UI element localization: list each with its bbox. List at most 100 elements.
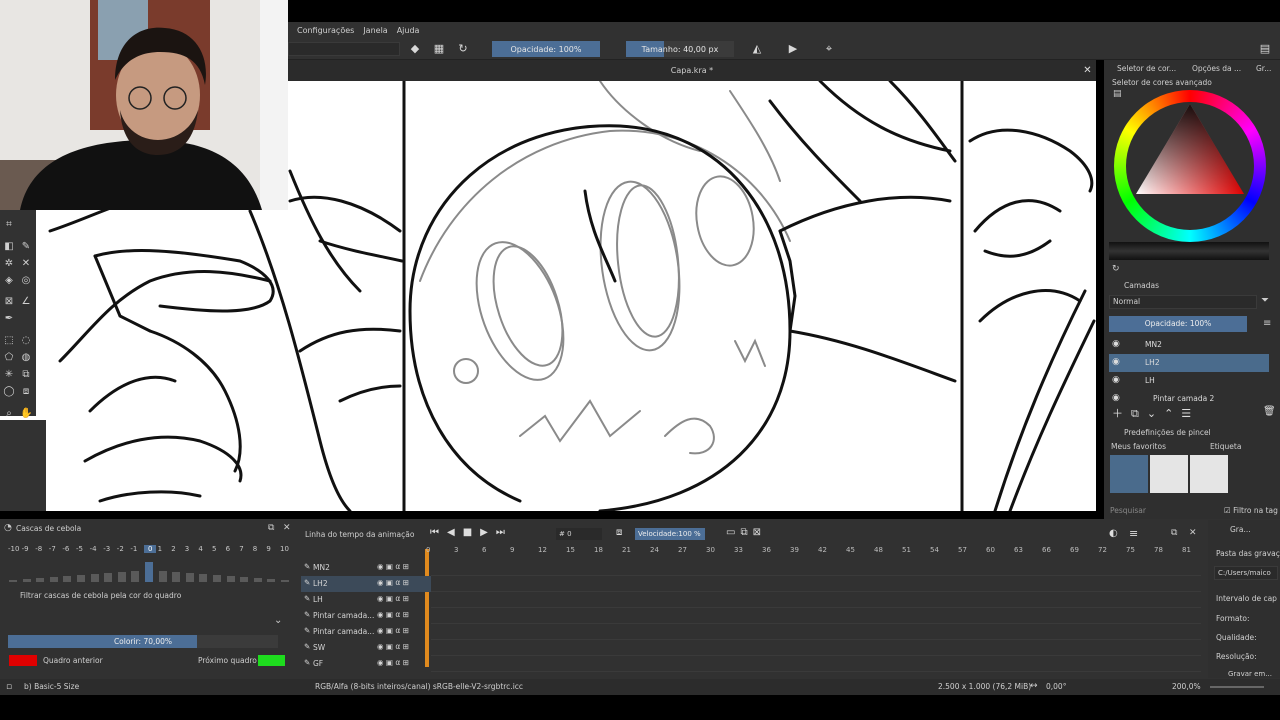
onion-skin-number[interactable]: -9 [22,545,29,553]
layer-toggle-icons[interactable]: ◉ ▣ α ⊞ [377,578,409,587]
gradient-tool-icon[interactable]: ◧ [3,241,15,253]
frame-number[interactable]: 9 [510,546,514,554]
layer-actions-bar[interactable]: ＋⧉⌄⌃☰ [1112,405,1199,421]
frame-number[interactable]: 51 [902,546,911,554]
favorites-label[interactable]: Meus favoritos [1111,442,1166,451]
onion-skin-bar[interactable] [77,575,85,582]
onion-skin-number[interactable]: 0 [144,545,157,553]
alpha-lock-icon[interactable]: ▦ [432,42,446,56]
frame-number[interactable]: 57 [958,546,967,554]
onion-skin-bar[interactable] [90,574,99,582]
onion-skin-bar[interactable] [185,573,194,582]
onion-skin-number[interactable]: 7 [239,545,243,553]
document-tab[interactable]: Capa.kra * ✕ [288,60,1096,81]
frame-number[interactable]: 48 [874,546,883,554]
prev-frame-color-swatch[interactable] [9,655,37,666]
frame-number[interactable]: 3 [454,546,458,554]
layer-menu-icon[interactable]: ≡ [1263,318,1271,329]
onion-skin-number[interactable]: -5 [76,545,83,553]
measure-tool-icon[interactable]: ∠ [20,296,32,308]
layer-opacity-slider[interactable]: Opacidade: 100% [1109,316,1247,332]
colorize-slider[interactable]: Colorir: 70,00% [8,635,278,648]
onion-skin-bar[interactable] [63,576,72,582]
layer-toggle-icons[interactable]: ◉ ▣ α ⊞ [377,594,409,603]
playback-controls[interactable]: ⏮◀■▶⏭ [430,527,513,538]
frame-number[interactable]: 27 [678,546,687,554]
onion-skin-bar[interactable] [213,575,221,582]
onion-skin-bar[interactable] [158,571,167,582]
layer-toggle-icons[interactable]: ◉ ▣ α ⊞ [377,562,409,571]
timeline-layer-row[interactable]: ✎ Pintar camada... ◉ ▣ α ⊞ [301,624,431,640]
frame-number[interactable]: 12 [538,546,547,554]
mirror-horizontal-icon[interactable]: ◭ [750,42,764,56]
refresh-icon[interactable]: ↻ [1112,264,1120,274]
frame-number[interactable]: 36 [762,546,771,554]
onion-skin-number[interactable]: -1 [130,545,137,553]
filter-tag-checkbox[interactable]: ☑ Filtro na tag [1224,506,1278,515]
frame-field[interactable]: # 0 [556,528,602,540]
zoom-tool-icon[interactable]: ⌕ [3,408,15,420]
layer-row[interactable]: ◉ LH [1109,372,1269,390]
wrap-around-icon[interactable]: ⌖ [822,42,836,56]
frame-number[interactable]: 6 [482,546,486,554]
onion-skin-bar[interactable] [226,576,235,582]
filter-icon[interactable]: ⏷ [1261,295,1269,306]
layer-row[interactable]: ◉ MN2 [1109,336,1269,354]
layer-toggle-icons[interactable]: ◉ ▣ α ⊞ [377,626,409,635]
smart-patch-icon[interactable]: ✲ [3,258,15,270]
fill-tool-icon[interactable]: ◈ [3,275,15,287]
close-timeline-icon[interactable]: ✕ [1189,528,1197,538]
frame-number[interactable]: 42 [818,546,827,554]
frame-number[interactable]: 21 [622,546,631,554]
onion-skin-number[interactable]: -8 [35,545,42,553]
polygon-select-icon[interactable]: ⬠ [3,352,15,364]
timeline-view-icons[interactable]: ▭⧉⊠ [726,527,766,538]
layer-row[interactable]: ◉ LH2 [1109,354,1269,372]
mirror-vertical-icon[interactable]: ▶ [786,42,800,56]
float-panel-icon[interactable]: ⧉ [268,523,274,533]
frame-number[interactable]: 54 [930,546,939,554]
onion-skin-bar[interactable] [104,573,113,582]
onion-skin-bar[interactable] [131,571,140,582]
speed-field[interactable]: Velocidade:100 % [635,528,705,540]
timeline-layer-row[interactable]: ✎ Pintar camada... ◉ ▣ α ⊞ [301,608,431,624]
frame-number[interactable]: 39 [790,546,799,554]
pan-tool-icon[interactable]: ✋ [20,408,32,420]
onion-toggle-icon[interactable]: ◐ [1109,528,1118,539]
frame-number[interactable]: 18 [594,546,603,554]
color-triangle[interactable] [1126,102,1254,230]
onion-skin-bar[interactable] [172,572,181,582]
menu-settings[interactable]: Configurações [297,26,354,35]
onion-skin-number[interactable]: 1 [158,545,162,553]
layer-toggle-icons[interactable]: ◉ ▣ α ⊞ [377,658,409,667]
zoom-level[interactable]: 200,0% [1172,682,1201,691]
onion-skin-bar[interactable] [253,578,262,582]
frame-number[interactable]: 15 [566,546,575,554]
layer-row[interactable]: ◉ Pintar camada 2 [1109,390,1269,404]
onion-skin-number[interactable]: 2 [171,545,175,553]
folder-path-input[interactable]: C:/Users/maico [1214,566,1278,580]
close-panel-icon[interactable]: ✕ [283,523,291,533]
frame-number[interactable]: 81 [1182,546,1191,554]
frame-number[interactable]: 78 [1154,546,1163,554]
visibility-eye-icon[interactable]: ◉ [1112,339,1120,349]
menu-window[interactable]: Janela [363,26,387,35]
onion-skin-bar[interactable] [267,579,276,582]
onion-skin-number[interactable]: 5 [212,545,216,553]
reference-tool-icon[interactable]: ✒ [3,313,15,325]
visibility-eye-icon[interactable]: ◉ [1112,357,1120,367]
layer-toggle-icons[interactable]: ◉ ▣ α ⊞ [377,610,409,619]
frame-number[interactable]: 0 [426,546,430,554]
onion-skin-number[interactable]: -3 [103,545,110,553]
delete-layer-icon[interactable]: 🗑 [1263,406,1276,417]
zoom-slider[interactable] [1210,686,1264,688]
blend-mode-select[interactable]: Normal [1109,295,1257,309]
eraser-icon[interactable]: ◆ [408,42,422,56]
brush-search-input[interactable]: Pesquisar [1110,506,1210,518]
rotation-value[interactable]: 0,00° [1046,682,1066,691]
frame-number[interactable]: 66 [1042,546,1051,554]
visibility-eye-icon[interactable]: ◉ [1112,375,1120,385]
onion-skin-bar[interactable] [22,579,31,582]
onion-skin-number[interactable]: 3 [185,545,189,553]
onion-skin-bar[interactable] [145,562,153,582]
